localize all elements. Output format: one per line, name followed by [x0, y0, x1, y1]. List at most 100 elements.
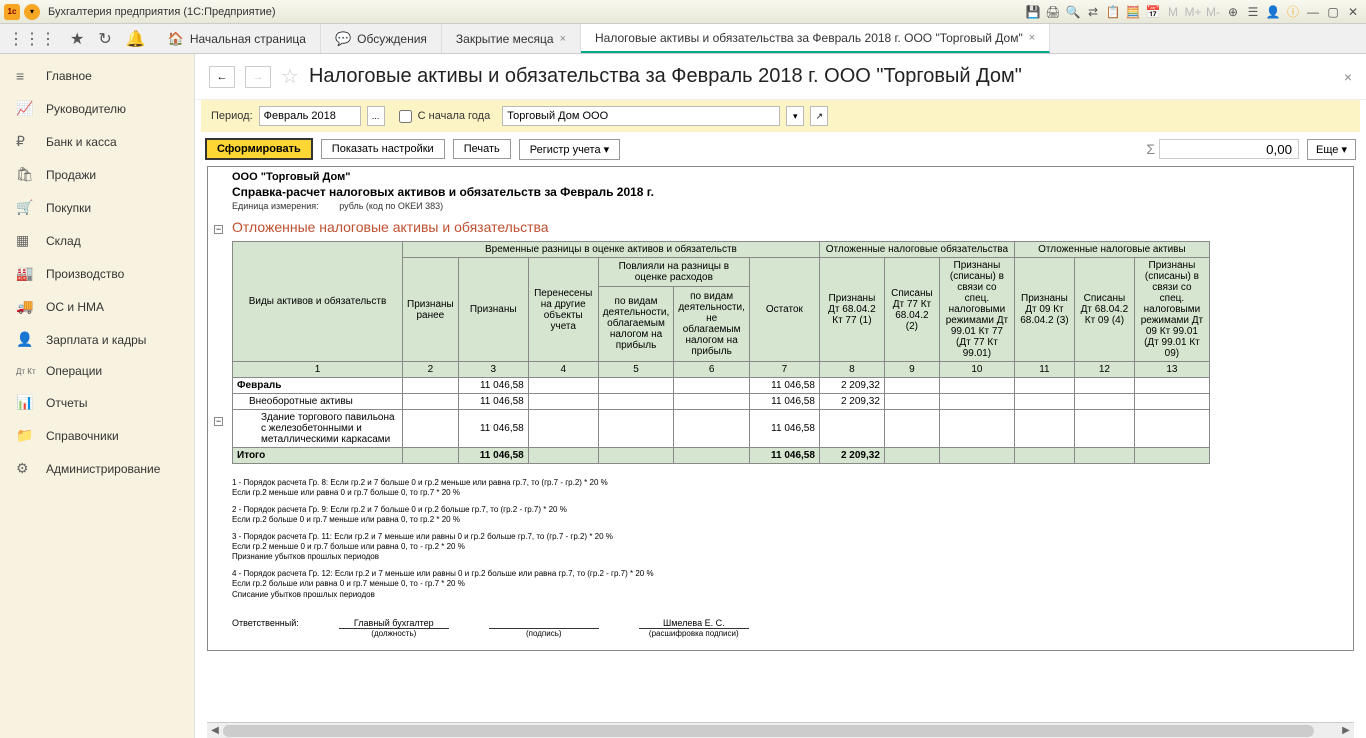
titlebar: 1c ▾ Бухгалтерия предприятия (1С:Предпри…: [0, 0, 1366, 24]
maximize-icon[interactable]: ▢: [1324, 3, 1342, 21]
th-6: по видам деятельности, не облагаемым нал…: [674, 286, 750, 361]
table-row[interactable]: Февраль11 046,5811 046,582 209,32: [233, 378, 1210, 394]
sidebar-item-manager[interactable]: 📈Руководителю: [0, 92, 194, 125]
print-button[interactable]: Печать: [453, 139, 511, 159]
home-icon: 🏠: [168, 31, 184, 47]
th-kinds: Виды активов и обязательств: [233, 242, 403, 362]
table-row[interactable]: Внеоборотные активы11 046,5811 046,582 2…: [233, 394, 1210, 410]
calendar-icon[interactable]: 📅: [1144, 3, 1162, 21]
copy-icon[interactable]: 📋: [1104, 3, 1122, 21]
sidebar-label: Банк и касса: [46, 135, 117, 149]
sidebar-item-salary[interactable]: 👤Зарплата и кадры: [0, 323, 194, 356]
notifications-icon[interactable]: 🔔: [126, 29, 146, 49]
back-button[interactable]: ←: [209, 66, 235, 88]
tab-active-label: Налоговые активы и обязательства за Февр…: [595, 31, 1023, 45]
footnotes: 1 - Порядок расчета Гр. 8: Если гр.2 и 7…: [232, 478, 1345, 600]
period-picker-button[interactable]: ...: [367, 106, 385, 126]
tab-discuss[interactable]: 💬Обсуждения: [321, 24, 442, 53]
table-row[interactable]: Здание торгового павильона с железобетон…: [233, 410, 1210, 448]
save-icon[interactable]: 💾: [1024, 3, 1042, 21]
m-plus-icon[interactable]: M+: [1184, 3, 1202, 21]
more-button[interactable]: Еще ▾: [1307, 139, 1356, 160]
close-page-icon[interactable]: ×: [1344, 69, 1352, 85]
org-open-button[interactable]: ↗: [810, 106, 828, 126]
close-icon[interactable]: ×: [560, 33, 566, 45]
since-year-checkbox[interactable]: [399, 110, 412, 123]
page-title: Налоговые активы и обязательства за Февр…: [309, 65, 1022, 88]
tab-closing-label: Закрытие месяца: [456, 32, 554, 46]
generate-button[interactable]: Сформировать: [205, 138, 313, 160]
sidebar-item-admin[interactable]: ⚙Администрирование: [0, 452, 194, 485]
horizontal-scrollbar[interactable]: ◀ ▶: [207, 722, 1354, 738]
unit-label: Единица измерения:: [232, 201, 319, 211]
sidebar: ≡Главное 📈Руководителю ₽ Банк и касса 🛍Пр…: [0, 54, 195, 738]
colnum: 6: [674, 362, 750, 378]
sidebar-item-production[interactable]: 🏭Производство: [0, 257, 194, 290]
apps-grid-icon[interactable]: ⋮⋮⋮: [8, 29, 56, 49]
favorites-icon[interactable]: ★: [70, 29, 84, 49]
colnum: 4: [528, 362, 598, 378]
footnote: 3 - Порядок расчета Гр. 11: Если гр.2 и …: [232, 532, 1345, 563]
forward-button[interactable]: →: [245, 66, 271, 88]
tree-toggle[interactable]: −: [214, 225, 223, 234]
sidebar-item-reports[interactable]: 📊Отчеты: [0, 386, 194, 419]
responsible-label: Ответственный:: [232, 618, 299, 638]
truck-icon: 🚚: [16, 298, 36, 315]
name-label: (расшифровка подписи): [639, 629, 749, 638]
compare-icon[interactable]: ⇄: [1084, 3, 1102, 21]
info-icon[interactable]: ⓘ: [1284, 3, 1302, 21]
titlebar-tools: 💾 🖨 🔍 ⇄ 📋 🧮 📅 M M+ M- ⊕ ☰ 👤 ⓘ — ▢ ✕: [1024, 3, 1362, 21]
sidebar-item-catalogs[interactable]: 📁Справочники: [0, 419, 194, 452]
sum-input[interactable]: [1159, 139, 1299, 159]
footnote: 2 - Порядок расчета Гр. 9: Если гр.2 и 7…: [232, 505, 1345, 526]
tabsbar: ⋮⋮⋮ ★ ↻ 🔔 🏠Начальная страница 💬Обсуждени…: [0, 24, 1366, 54]
params-bar: Период: ... С начала года ▾ ↗: [201, 100, 1360, 132]
sidebar-label: Операции: [46, 364, 102, 378]
zoom-in-icon[interactable]: ⊕: [1224, 3, 1242, 21]
sidebar-item-assets[interactable]: 🚚ОС и НМА: [0, 290, 194, 323]
minimize-icon[interactable]: —: [1304, 3, 1322, 21]
print-icon[interactable]: 🖨: [1044, 3, 1062, 21]
m-minus-icon[interactable]: M-: [1204, 3, 1222, 21]
sidebar-item-bank[interactable]: ₽ Банк и касса: [0, 125, 194, 158]
tree-toggle[interactable]: −: [214, 417, 223, 426]
zoom-list-icon[interactable]: ☰: [1244, 3, 1262, 21]
th-recognized: Признаны: [458, 258, 528, 362]
close-window-icon[interactable]: ✕: [1344, 3, 1362, 21]
report-area[interactable]: − − ООО "Торговый Дом" Справка-расчет на…: [195, 166, 1366, 722]
tab-tax-report[interactable]: Налоговые активы и обязательства за Февр…: [581, 24, 1050, 53]
sidebar-label: Справочники: [46, 429, 119, 443]
favorite-star-icon[interactable]: ☆: [281, 64, 299, 89]
register-button[interactable]: Регистр учета ▾: [519, 139, 620, 160]
scroll-left-icon[interactable]: ◀: [207, 723, 223, 738]
org-dropdown-button[interactable]: ▾: [786, 106, 804, 126]
preview-icon[interactable]: 🔍: [1064, 3, 1082, 21]
close-icon[interactable]: ×: [1029, 32, 1035, 44]
app-menu-dropdown[interactable]: ▾: [24, 4, 40, 20]
gear-icon: ⚙: [16, 460, 36, 477]
th-grp-liabilities: Отложенные налоговые обязательства: [819, 242, 1014, 258]
user-icon[interactable]: 👤: [1264, 3, 1282, 21]
sidebar-label: Отчеты: [46, 396, 87, 410]
m-icon[interactable]: M: [1164, 3, 1182, 21]
sidebar-item-main[interactable]: ≡Главное: [0, 60, 194, 92]
tab-closing[interactable]: Закрытие месяца ×: [442, 24, 581, 53]
scroll-right-icon[interactable]: ▶: [1338, 723, 1354, 738]
scrollbar-thumb[interactable]: [223, 725, 1314, 737]
sidebar-item-warehouse[interactable]: ▦Склад: [0, 224, 194, 257]
position-label: (должность): [339, 629, 449, 638]
show-settings-button[interactable]: Показать настройки: [321, 139, 445, 159]
colnum: 12: [1074, 362, 1134, 378]
tab-home[interactable]: 🏠Начальная страница: [154, 24, 321, 53]
period-label: Период:: [211, 110, 253, 122]
period-input[interactable]: [259, 106, 361, 126]
th-5: по видам деятельности, облагаемым налого…: [598, 286, 674, 361]
sidebar-item-operations[interactable]: Дт КтОперации: [0, 356, 194, 386]
calc-icon[interactable]: 🧮: [1124, 3, 1142, 21]
history-icon[interactable]: ↻: [98, 29, 111, 49]
org-input[interactable]: [502, 106, 780, 126]
ruble-icon: ₽: [16, 133, 36, 150]
sidebar-item-purchases[interactable]: 🛒Покупки: [0, 191, 194, 224]
sidebar-item-sales[interactable]: 🛍Продажи: [0, 158, 194, 191]
section-title: Отложенные налоговые активы и обязательс…: [232, 219, 1345, 235]
